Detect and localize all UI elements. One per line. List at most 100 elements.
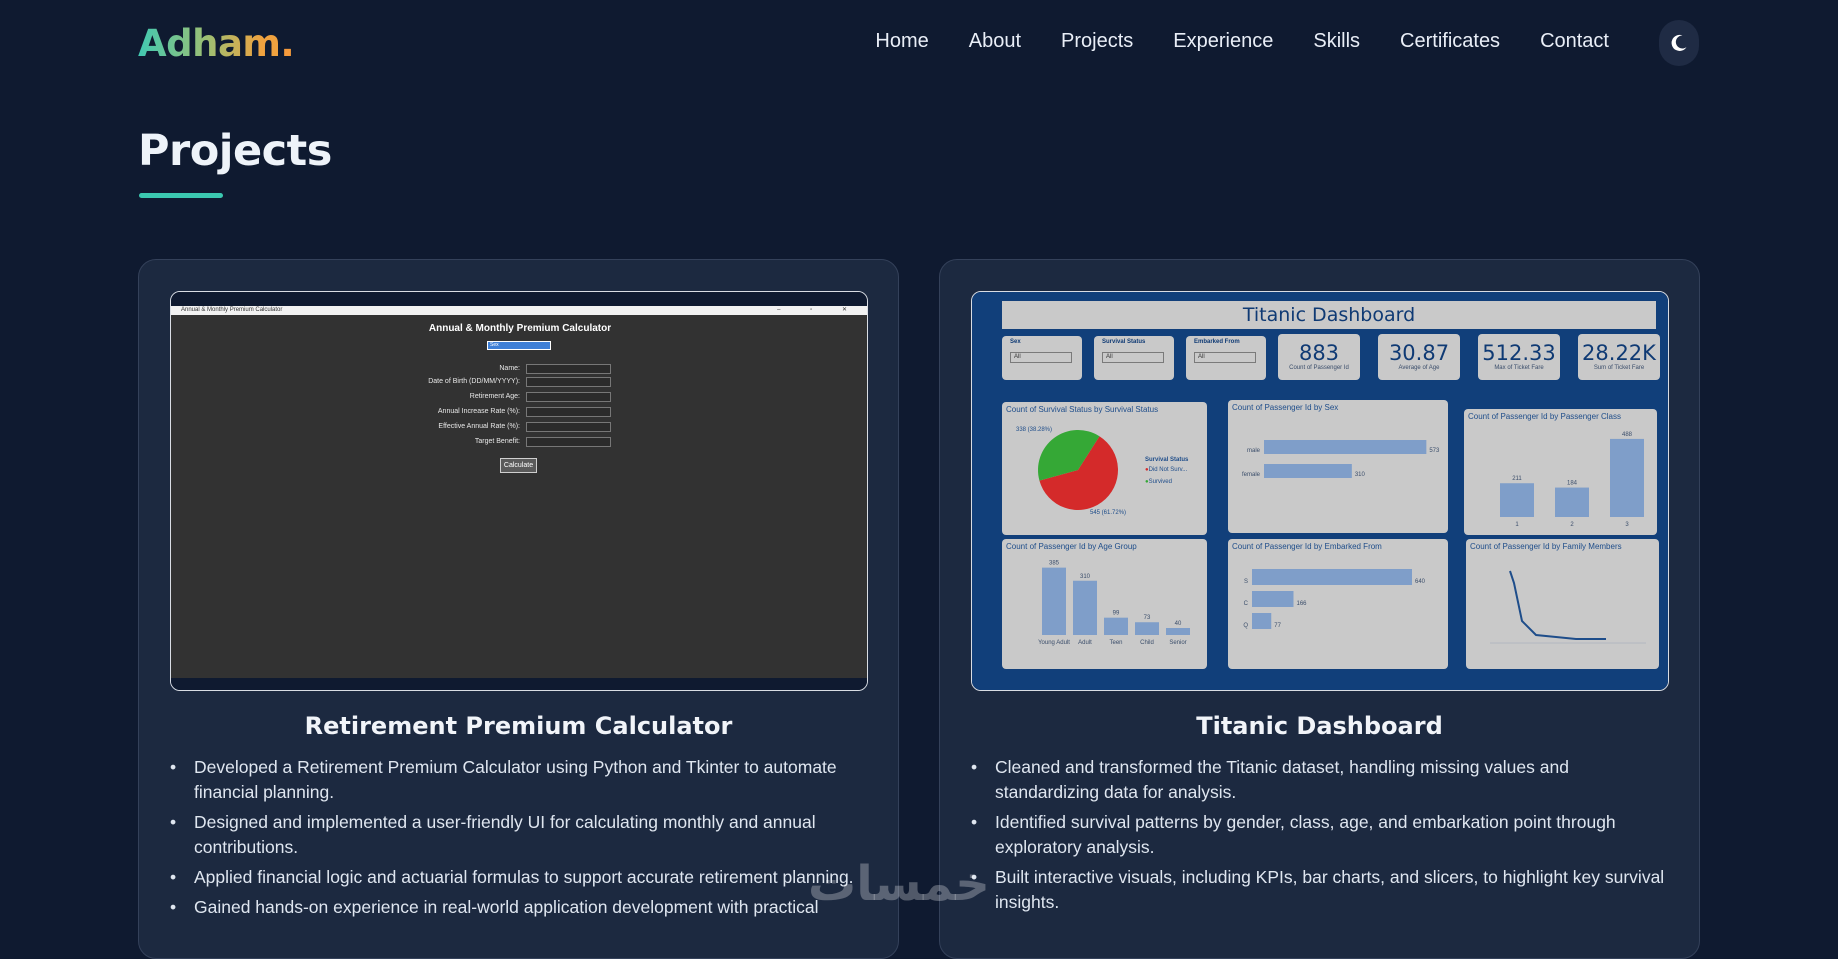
bar-category-label: male [1247,448,1261,454]
bar-value-label: 310 [1355,472,1366,478]
sex-bar-panel: Count of Passenger Id by Sex male 573 fema… [1228,400,1448,533]
dashboard-title: Titanic Dashboard [1002,301,1656,329]
project-title: Retirement Premium Calculator [304,712,733,740]
project-card-retirement[interactable]: Annual & Monthly Premium Calculator – ▫ … [138,259,899,959]
tk-field-row: Target Benefit: [171,437,867,449]
bar-value-label: 211 [1512,476,1522,482]
tk-field-label: Retirement Age: [469,393,520,400]
project-bullet: Developed a Retirement Premium Calculato… [170,755,870,805]
tk-field-row: Retirement Age: [171,392,867,404]
panel-title: Count of Passenger Id by Passenger Class [1468,412,1621,421]
nav-projects[interactable]: Projects [1061,30,1133,53]
age-bar-chart: 385 Young Adult 310 Adult 99 Teen 73 Child 40 Sen… [1038,561,1190,646]
kpi-value: 28.22K [1582,341,1656,365]
tk-field-entry [526,364,611,374]
window-controls-icon: – ▫ ✕ [777,307,861,313]
bar [1264,464,1352,478]
bar-value-label: 40 [1175,621,1182,627]
bar-category-label: Q [1243,623,1248,629]
slice-label: 545 (61.72%) [1090,510,1127,516]
nav-about[interactable]: About [969,30,1021,53]
project-bullet: Identified survival patterns by gender, … [971,810,1671,860]
bar [1610,438,1644,517]
project-bullet: Cleaned and transformed the Titanic data… [971,755,1671,805]
bar [1135,622,1159,635]
bar [1252,613,1272,629]
tk-field-label: Name: [499,365,520,372]
slicer: Embarked From All [1186,336,1266,380]
project-screenshot: Annual & Monthly Premium Calculator – ▫ … [170,291,868,691]
panel-title: Count of Survival Status by Survival Sta… [1006,405,1159,414]
tk-field-row: Annual Increase Rate (%): [171,407,867,419]
tk-field-row: Name: [171,364,867,376]
bar-value-label: 385 [1049,561,1060,567]
project-bullet: Gained hands-on experience in real-world… [170,895,870,920]
nav-skills[interactable]: Skills [1313,30,1360,53]
bar-value-label: 77 [1274,623,1281,629]
tk-window: Annual & Monthly Premium Calculator – ▫ … [171,306,867,678]
brand-name: Adham [138,22,281,65]
panel-title: Count of Passenger Id by Family Members [1470,542,1622,551]
pclass-bar-chart: 211 1 184 2 488 3 [1500,432,1644,528]
legend-title: Survival Status [1145,457,1189,463]
title-underline [139,193,223,198]
slicer: Survival Status All [1094,336,1174,380]
bar-category-label: Child [1140,640,1154,646]
project-bullet: Applied financial logic and actuarial fo… [170,865,870,890]
project-screenshot: Titanic Dashboard Sex All Survival Statu… [971,291,1669,691]
section-title: Projects [138,126,332,176]
family-line-chart [1490,570,1646,644]
panel-title: Count of Passenger Id by Sex [1232,403,1339,412]
bar-value-label: 73 [1144,615,1151,621]
nav-home[interactable]: Home [875,30,928,53]
tk-field-label: Annual Increase Rate (%): [437,408,520,415]
tk-heading: Annual & Monthly Premium Calculator [428,323,612,334]
tk-field-entry [526,377,611,387]
slicer-value: All [1010,352,1072,363]
pclass-bar-panel: Count of Passenger Id by Passenger Class… [1464,409,1657,535]
bar-category-label: female [1242,472,1261,478]
project-card-titanic[interactable]: Titanic Dashboard Sex All Survival Statu… [939,259,1700,959]
tk-field-entry [526,407,611,417]
family-line-panel: Count of Passenger Id by Family Members [1466,539,1659,669]
kpi-label: Sum of Ticket Fare [1593,365,1645,371]
tkinter-window-mock: Annual & Monthly Premium Calculator – ▫ … [171,292,867,690]
nav-certificates[interactable]: Certificates [1400,30,1500,53]
kpi-card: 883 Count of Passenger Id [1278,334,1360,380]
tk-field-row: Effective Annual Rate (%): [171,422,867,434]
embarked-bar-panel: Count of Passenger Id by Embarked From S… [1228,539,1448,669]
bar-value-label: 310 [1080,574,1091,580]
bar [1073,580,1097,635]
tk-titlebar: Annual & Monthly Premium Calculator – ▫ … [171,306,867,315]
bar-category-label: Teen [1109,640,1122,646]
nav-experience[interactable]: Experience [1173,30,1273,53]
theme-toggle-button[interactable] [1659,20,1699,66]
brand-dot: . [280,22,295,65]
nav-contact[interactable]: Contact [1540,30,1609,53]
tk-calculate-button: Calculate [500,458,537,473]
slice-label: 338 (38.28%) [1015,427,1053,433]
slicer-value: All [1102,352,1164,363]
tk-field-label: Date of Birth (DD/MM/YYYY): [428,378,520,385]
kpi-value: 883 [1298,341,1340,365]
legend-text: Did Not Surv... [1148,467,1188,473]
legend-item: ●Did Not Surv... [1145,467,1188,473]
brand-logo[interactable]: Adham. [138,22,294,65]
tk-field-entry [526,422,611,432]
bar [1500,483,1534,517]
titanic-dashboard-mock: Titanic Dashboard Sex All Survival Statu… [972,292,1668,690]
bar [1252,591,1294,607]
project-bullets: Developed a Retirement Premium Calculato… [170,755,870,925]
bar-category-label: 3 [1625,522,1629,528]
panel-title: Count of Passenger Id by Embarked From [1232,542,1382,551]
bar-category-label: 2 [1570,522,1574,528]
age-bar-panel: Count of Passenger Id by Age Group 385 Yo… [1002,539,1207,669]
kpi-card: 512.33 Max of Ticket Fare [1478,334,1560,380]
nav-links: Home About Projects Experience Skills Ce… [835,30,1609,53]
project-title: Titanic Dashboard [1196,712,1443,740]
bar [1042,567,1066,635]
slicer-label: Survival Status [1102,339,1146,345]
survival-pie-panel: Count of Survival Status by Survival Sta… [1002,402,1207,535]
kpi-label: Average of Age [1398,365,1440,371]
legend-text: Survived [1148,479,1172,485]
